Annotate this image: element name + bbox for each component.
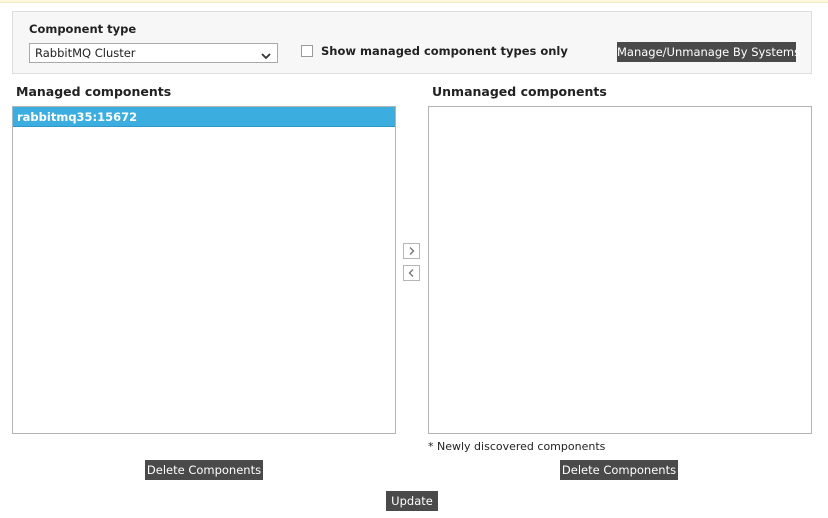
component-type-label: Component type [29,22,137,36]
component-filter-panel: Component type RabbitMQ Cluster Show man… [12,11,812,74]
list-item[interactable]: rabbitmq35:15672 [13,107,395,127]
chevron-left-icon [408,269,414,277]
chevron-right-icon [409,247,415,255]
component-type-select[interactable]: RabbitMQ Cluster [29,43,278,63]
component-type-value: RabbitMQ Cluster [35,46,136,60]
managed-components-list[interactable]: rabbitmq35:15672 [12,106,396,434]
newly-discovered-note: * Newly discovered components [428,440,606,453]
chevron-down-icon [260,48,272,60]
manage-by-systems-button[interactable]: Manage/Unmanage By Systems [617,42,800,62]
unmanaged-components-list[interactable] [428,106,812,434]
move-to-managed-button[interactable] [403,265,420,281]
delete-unmanaged-components-button[interactable]: Delete Components [560,460,678,480]
update-button[interactable]: Update [386,491,438,511]
delete-managed-components-button[interactable]: Delete Components [145,460,263,480]
unmanaged-components-title: Unmanaged components [432,84,607,99]
show-managed-only-label: Show managed component types only [321,44,568,58]
move-to-unmanaged-button[interactable] [403,243,420,259]
top-strip [0,0,828,3]
show-managed-only-checkbox[interactable] [301,45,313,57]
managed-components-title: Managed components [16,84,172,99]
